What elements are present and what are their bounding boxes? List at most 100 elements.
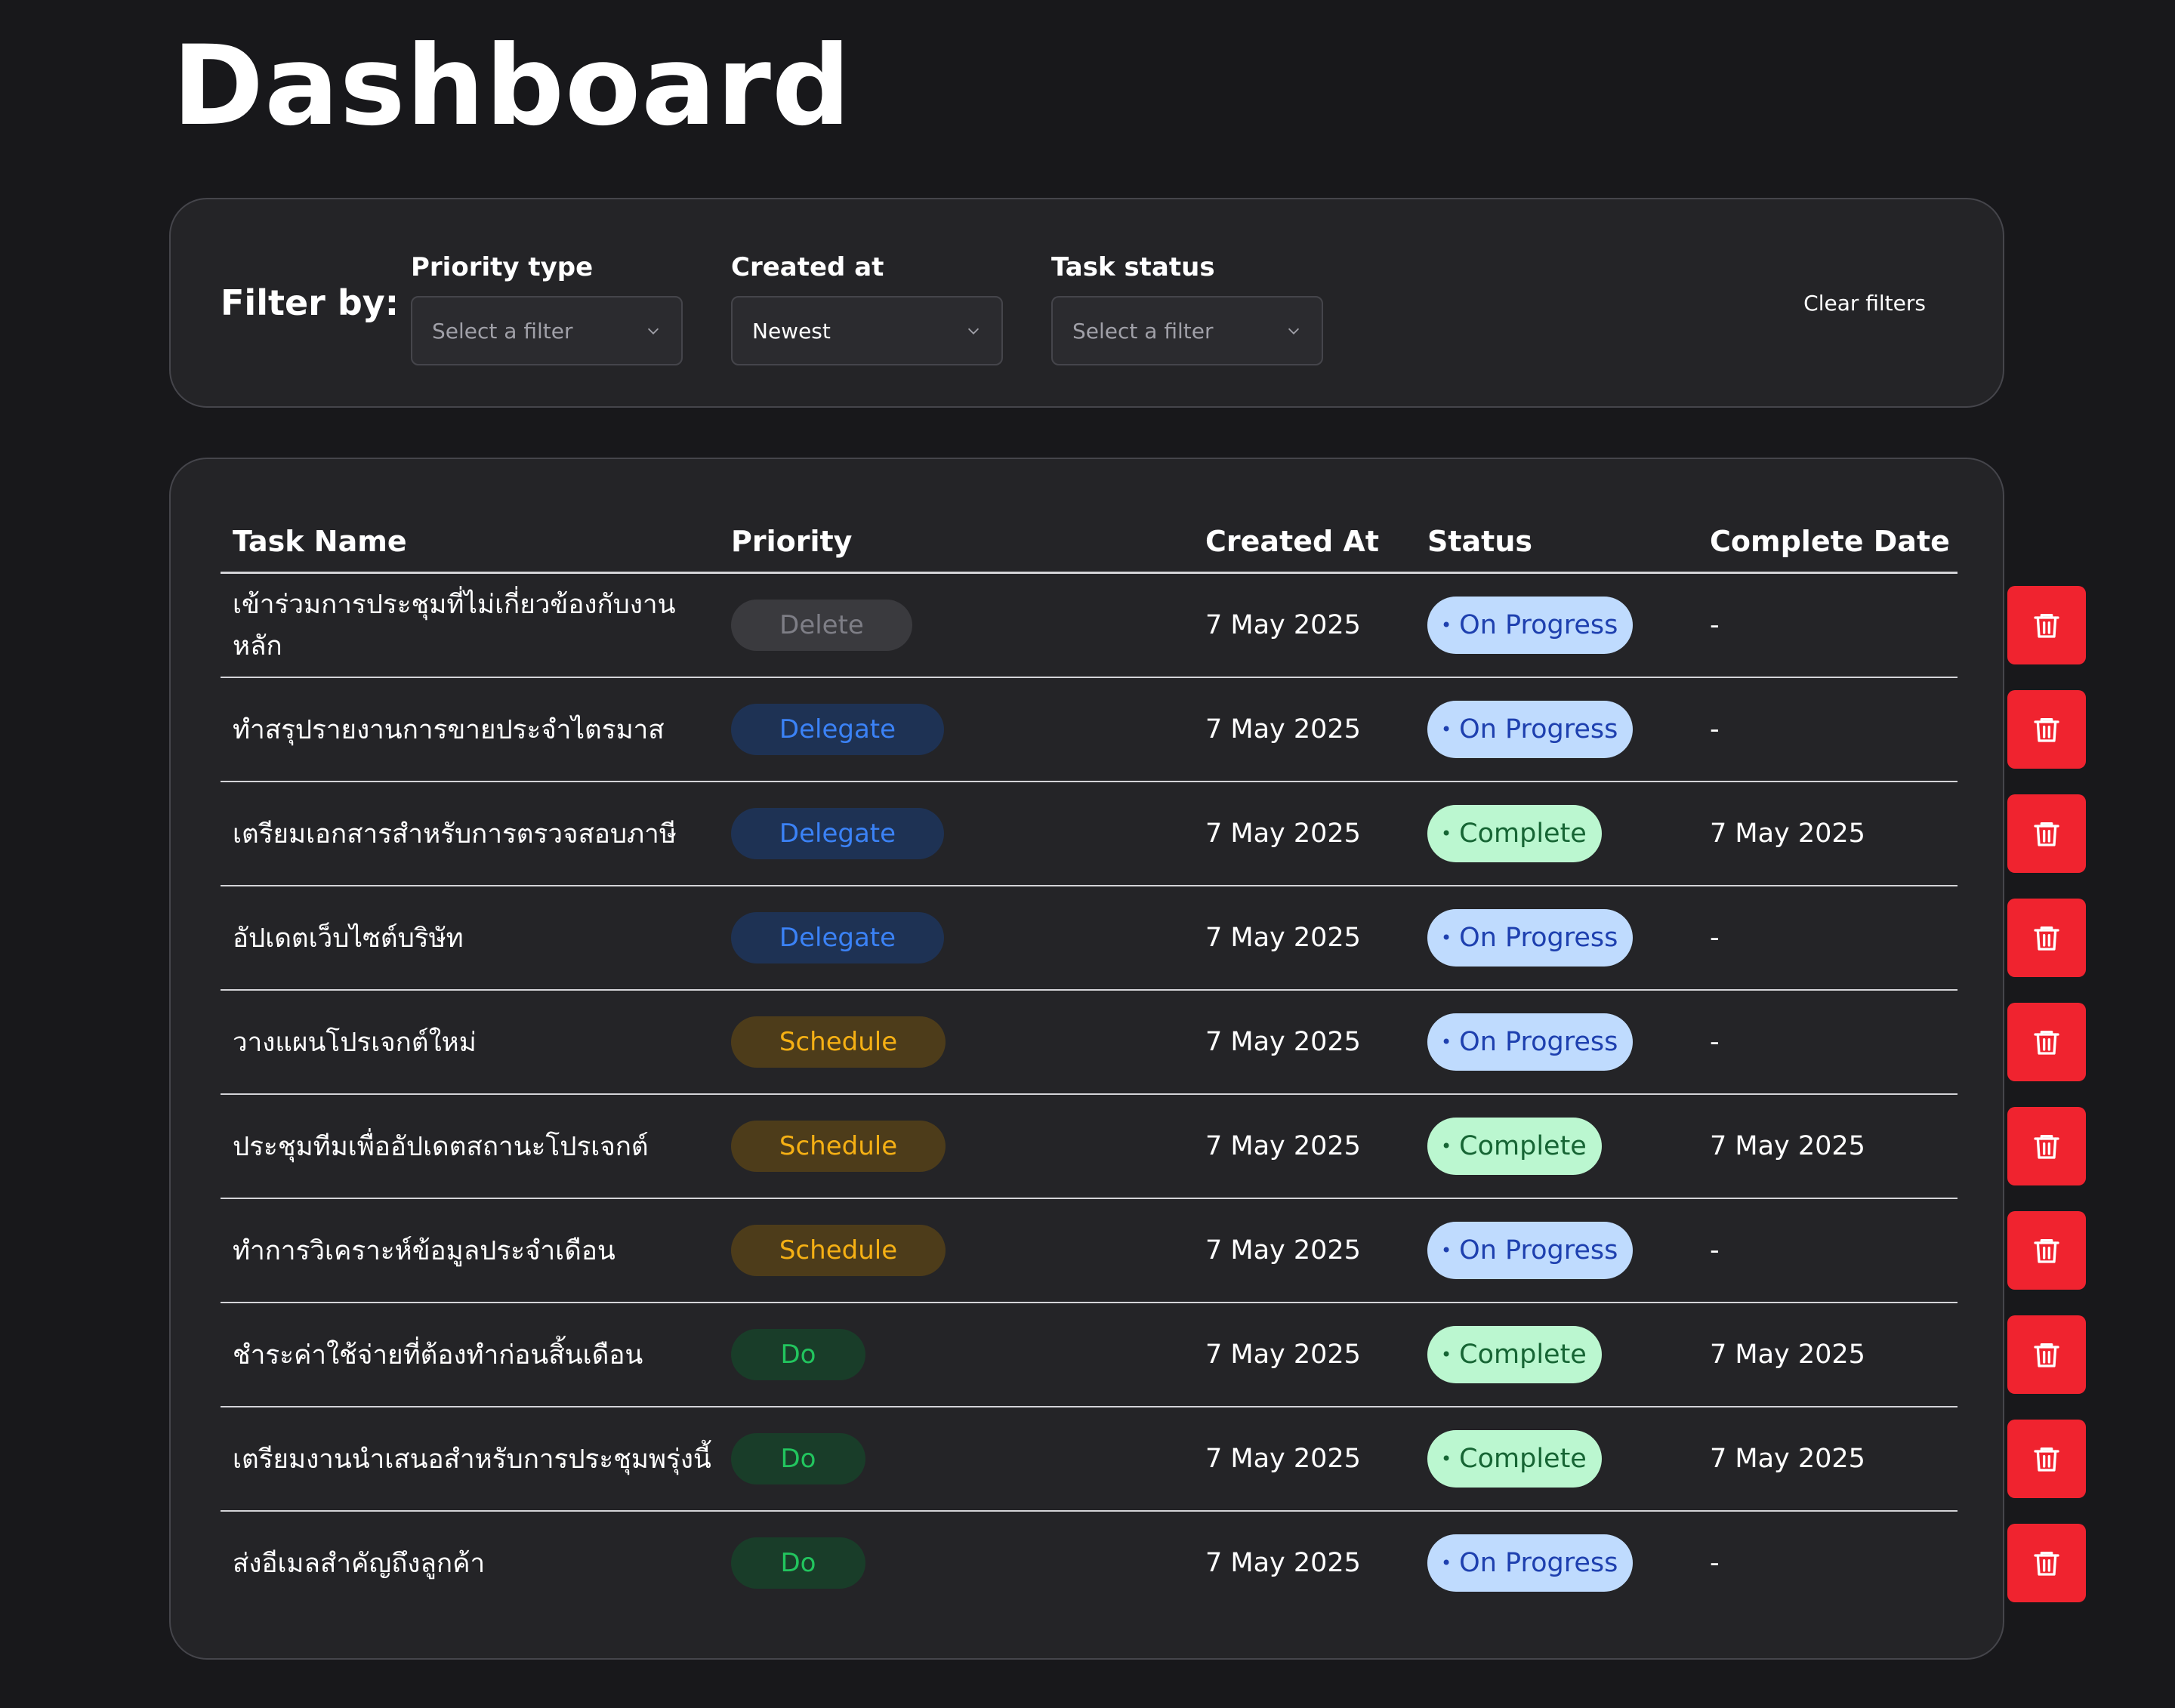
delete-task-button[interactable] (2007, 1107, 2086, 1185)
task-name: ทำการวิเคราะห์ข้อมูลประจำเดือน (233, 1235, 615, 1266)
header-created-at: Created At (1205, 525, 1379, 558)
delete-task-button[interactable] (2007, 586, 2086, 664)
status-text: Complete (1459, 1340, 1587, 1370)
table-row: อัปเดตเว็บไซต์บริษัท Delegate 7 May 2025 • O… (221, 886, 2086, 991)
status-text: On Progress (1459, 610, 1618, 640)
dot-icon: • (1441, 719, 1452, 740)
status-badge: • On Progress (1427, 1222, 1634, 1279)
table-header: Task Name Priority Created At Status Com… (221, 509, 1958, 574)
status-cell: • On Progress (1427, 886, 1634, 989)
task-name: อัปเดตเว็บไซต์บริษัท (233, 923, 464, 954)
delete-task-button[interactable] (2007, 899, 2086, 977)
status-cell: • Complete (1427, 1303, 1602, 1406)
header-complete-date: Complete Date (1710, 525, 1950, 558)
status-badge: • Complete (1427, 1430, 1602, 1488)
task-name: วางแผนโปรเจกต์ใหม่ (233, 1027, 477, 1058)
priority-badge: Do (731, 1537, 865, 1589)
status-cell: • Complete (1427, 1095, 1602, 1198)
complete-date: 7 May 2025 (1710, 819, 1865, 849)
delete-task-button[interactable] (2007, 1524, 2086, 1602)
created-at: 7 May 2025 (1205, 1340, 1361, 1370)
status-cell: • On Progress (1427, 574, 1634, 677)
task-name: ประชุมทีมเพื่ออัปเดตสถานะโปรเจกต์ (233, 1131, 649, 1162)
status-badge: • On Progress (1427, 1534, 1634, 1592)
trash-icon (2034, 1239, 2059, 1263)
trash-icon (2034, 1447, 2059, 1472)
table-row: เตรียมเอกสารสำหรับการตรวจสอบภาษี Delegate… (221, 782, 2086, 886)
status-cell: • On Progress (1427, 1512, 1634, 1614)
priority-cell: Delegate (731, 678, 944, 781)
table-row: ชำระค่าใช้จ่ายที่ต้องทำก่อนสิ้นเดือน Do 7 … (221, 1303, 2086, 1407)
trash-icon (2034, 1343, 2059, 1367)
dot-icon: • (1441, 1136, 1452, 1157)
header-priority: Priority (731, 525, 853, 558)
priority-cell: Schedule (731, 991, 946, 1093)
table-row: ประชุมทีมเพื่ออัปเดตสถานะโปรเจกต์ Schedul… (221, 1095, 2086, 1199)
created-at: 7 May 2025 (1205, 610, 1361, 640)
delete-task-button[interactable] (2007, 1315, 2086, 1394)
task-status-select[interactable]: Select a filter (1051, 296, 1323, 365)
status-cell: • Complete (1427, 782, 1602, 885)
dot-icon: • (1441, 1448, 1452, 1469)
status-badge: • Complete (1427, 1118, 1602, 1175)
status-text: On Progress (1459, 1027, 1618, 1057)
created-at-value: Newest (752, 318, 831, 344)
complete-date: 7 May 2025 (1710, 1444, 1865, 1474)
filter-panel: Filter by: Priority type Select a filter… (169, 198, 2004, 408)
task-name: เตรียมงานนำเสนอสำหรับการประชุมพรุ่งนี้ (233, 1444, 711, 1475)
task-name: ทำสรุปรายงานการขายประจำไตรมาส (233, 714, 665, 745)
delete-task-button[interactable] (2007, 794, 2086, 873)
created-at-filter: Created at Newest (731, 251, 1003, 365)
status-text: On Progress (1459, 923, 1618, 953)
delete-task-button[interactable] (2007, 1003, 2086, 1081)
dot-icon: • (1441, 927, 1452, 948)
dot-icon: • (1441, 1240, 1452, 1261)
status-text: On Progress (1459, 714, 1618, 745)
delete-task-button[interactable] (2007, 1420, 2086, 1498)
dot-icon: • (1441, 1031, 1452, 1053)
status-badge: • On Progress (1427, 701, 1634, 758)
dot-icon: • (1441, 823, 1452, 844)
chevron-down-icon (647, 328, 659, 335)
status-cell: • On Progress (1427, 991, 1634, 1093)
priority-cell: Do (731, 1407, 865, 1510)
table-row: วางแผนโปรเจกต์ใหม่ Schedule 7 May 2025 • On … (221, 991, 2086, 1095)
page-title: Dashboard (172, 22, 852, 150)
header-status: Status (1427, 525, 1533, 558)
priority-badge: Do (731, 1433, 865, 1484)
status-cell: • On Progress (1427, 678, 1634, 781)
delete-task-button[interactable] (2007, 690, 2086, 769)
complete-date: - (1710, 610, 1720, 640)
clear-filters-button[interactable]: Clear filters (1799, 290, 1930, 316)
task-status-value: Select a filter (1072, 318, 1214, 344)
priority-badge: Delegate (731, 808, 944, 859)
created-at-select[interactable]: Newest (731, 296, 1003, 365)
created-at: 7 May 2025 (1205, 1444, 1361, 1474)
trash-icon (2034, 822, 2059, 846)
status-text: Complete (1459, 1131, 1587, 1161)
task-name: ส่งอีเมลสำคัญถึงลูกค้า (233, 1548, 486, 1579)
priority-type-select[interactable]: Select a filter (411, 296, 683, 365)
priority-badge: Delegate (731, 912, 944, 963)
delete-task-button[interactable] (2007, 1211, 2086, 1290)
priority-badge: Delete (731, 600, 912, 651)
priority-type-value: Select a filter (432, 318, 573, 344)
task-table: Task Name Priority Created At Status Com… (169, 458, 2086, 1660)
complete-date: - (1710, 1548, 1720, 1578)
priority-badge: Schedule (731, 1121, 946, 1172)
filter-by-label: Filter by: (221, 282, 400, 323)
priority-cell: Delete (731, 574, 912, 677)
status-badge: • On Progress (1427, 1013, 1634, 1071)
created-at: 7 May 2025 (1205, 1131, 1361, 1161)
table-row: ส่งอีเมลสำคัญถึงลูกค้า Do 7 May 2025 • On Pr… (221, 1512, 2086, 1616)
created-at: 7 May 2025 (1205, 819, 1361, 849)
priority-cell: Schedule (731, 1095, 946, 1198)
created-at-label: Created at (731, 252, 884, 282)
trash-icon (2034, 614, 2059, 638)
dot-icon: • (1441, 1552, 1452, 1574)
status-cell: • On Progress (1427, 1199, 1634, 1302)
complete-date: 7 May 2025 (1710, 1131, 1865, 1161)
trash-icon (2034, 718, 2059, 742)
created-at: 7 May 2025 (1205, 1235, 1361, 1266)
priority-cell: Schedule (731, 1199, 946, 1302)
